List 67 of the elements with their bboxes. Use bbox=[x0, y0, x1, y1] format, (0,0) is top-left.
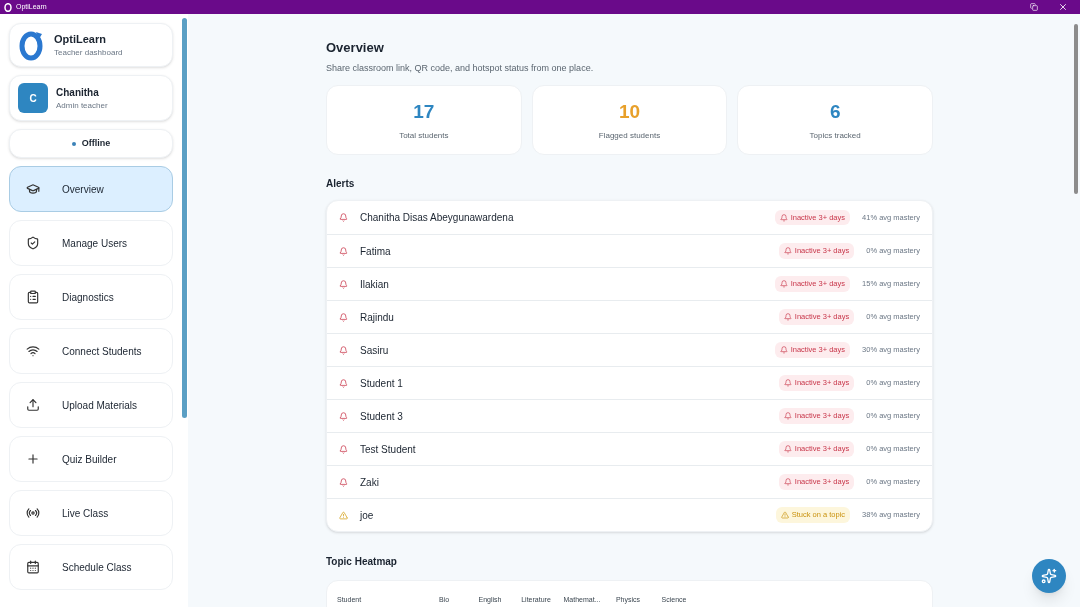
nav-item[interactable]: Live Class bbox=[9, 490, 173, 536]
plus-icon bbox=[26, 452, 40, 466]
bell-icon bbox=[339, 312, 348, 322]
bell-icon bbox=[339, 246, 348, 256]
bell-icon bbox=[339, 213, 348, 222]
student-name: Test Student bbox=[360, 442, 417, 457]
nav-item[interactable]: Quiz Builder bbox=[9, 436, 173, 482]
avatar: C bbox=[18, 83, 48, 113]
bell-icon bbox=[779, 280, 788, 288]
bell-icon bbox=[339, 444, 348, 454]
bell-icon bbox=[339, 477, 348, 487]
student-name: Zaki bbox=[360, 475, 380, 490]
status-label: Offline bbox=[81, 136, 111, 150]
page-subtitle: Share classroom link, QR code, and hotspot status from one place. bbox=[326, 61, 595, 75]
bell-icon bbox=[339, 345, 348, 355]
nav-item[interactable]: Overview bbox=[9, 166, 173, 212]
stat-label: Flagged students bbox=[598, 130, 661, 143]
nav-item[interactable]: Manage Users bbox=[9, 220, 173, 266]
shield-check-icon bbox=[26, 236, 40, 250]
student-name: Sasiru bbox=[360, 343, 390, 358]
student-name: Fatima bbox=[360, 244, 392, 259]
brand-subtitle: Teacher dashboard bbox=[54, 47, 123, 60]
bell-icon bbox=[339, 411, 348, 421]
bell-icon bbox=[779, 346, 788, 354]
user-name: Chanitha bbox=[56, 85, 100, 100]
page-title: Overview bbox=[326, 39, 385, 57]
brand-name: OptiLearn bbox=[54, 31, 107, 47]
wifi-icon bbox=[26, 344, 40, 358]
student-name: Student 1 bbox=[360, 376, 404, 391]
nav-item[interactable]: Upload Materials bbox=[9, 382, 173, 428]
warning-icon bbox=[780, 511, 789, 519]
student-name: Rajindu bbox=[360, 310, 395, 325]
bell-icon bbox=[339, 279, 348, 289]
upload-icon bbox=[26, 398, 40, 412]
clipboard-icon bbox=[26, 290, 40, 304]
bell-icon bbox=[339, 378, 348, 388]
stat-value: 6 bbox=[829, 99, 841, 124]
app-icon bbox=[4, 2, 12, 12]
restore-icon[interactable] bbox=[1030, 3, 1038, 11]
nav-item[interactable]: Connect Students bbox=[9, 328, 173, 374]
nav-item[interactable]: Schedule Class bbox=[9, 544, 173, 590]
assistant-button[interactable] bbox=[1032, 559, 1066, 593]
bell-icon bbox=[779, 213, 788, 222]
student-name: joe bbox=[360, 508, 375, 523]
close-icon[interactable] bbox=[1058, 2, 1068, 12]
section-title: Alerts bbox=[326, 177, 356, 191]
stat-label: Total students bbox=[399, 130, 449, 143]
warning-icon bbox=[339, 510, 348, 520]
user-role: Admin teacher bbox=[56, 99, 108, 112]
student-name: Student 3 bbox=[360, 409, 404, 424]
bell-icon bbox=[783, 379, 792, 387]
calendar-icon bbox=[26, 560, 40, 574]
bell-icon bbox=[783, 313, 792, 321]
radio-icon bbox=[26, 506, 40, 520]
stat-value: 17 bbox=[413, 99, 435, 124]
bell-icon bbox=[783, 445, 792, 453]
section-title: Topic Heatmap bbox=[326, 555, 398, 569]
bell-icon bbox=[783, 412, 792, 420]
student-name: Chanitha Disas Abeygunawardena bbox=[360, 211, 515, 225]
bell-icon bbox=[783, 478, 792, 486]
sparkle-icon bbox=[1041, 568, 1057, 584]
nav-item[interactable]: Diagnostics bbox=[9, 274, 173, 320]
graduate-icon bbox=[26, 182, 40, 196]
stat-label: Topics tracked bbox=[809, 130, 861, 143]
student-name: Ilakian bbox=[360, 277, 390, 292]
stat-value: 10 bbox=[618, 99, 641, 124]
bell-icon bbox=[783, 247, 792, 255]
